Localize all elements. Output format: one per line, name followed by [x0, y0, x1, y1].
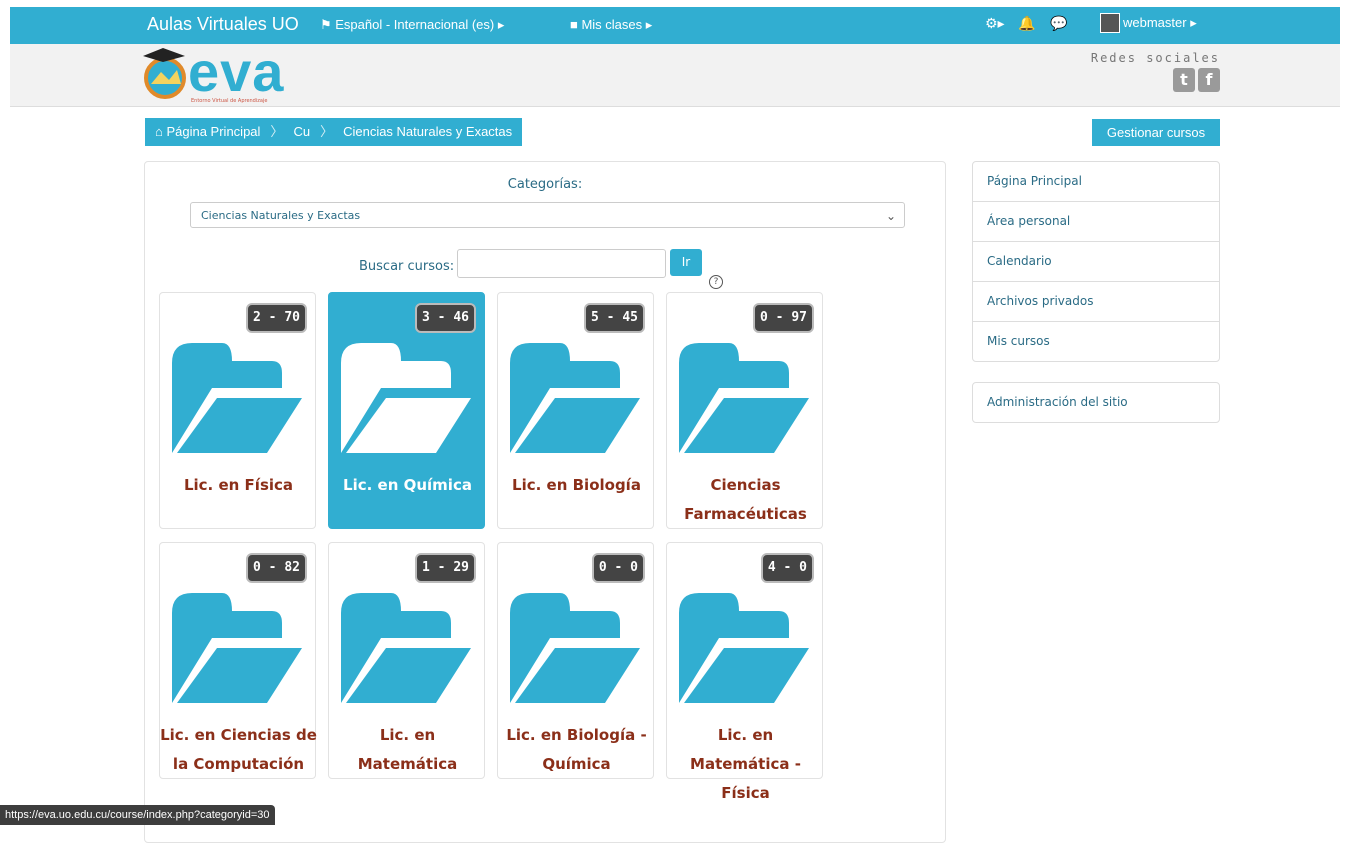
category-tile-biologia-quimica[interactable]: 0 - 0 Lic. en Biología - Química	[497, 542, 654, 779]
count-badge: 5 - 45	[584, 303, 645, 333]
category-name: Lic. en Matemática	[357, 726, 458, 773]
categories-label: Categorías:	[507, 177, 583, 192]
gear-icon[interactable]: ⚙▸	[985, 16, 1005, 32]
category-name: Lic. en Matemática - Física	[690, 726, 801, 802]
breadcrumb-separator: 〉	[320, 124, 334, 139]
language-menu[interactable]: ⚑ Español - Internacional (es) ▸	[320, 17, 504, 33]
site-name-link[interactable]: Aulas Virtuales UO	[147, 14, 299, 35]
social-label: Redes sociales	[1090, 51, 1220, 65]
folder-icon	[679, 343, 809, 453]
top-navbar: Aulas Virtuales UO ⚑ Español - Internaci…	[10, 7, 1340, 44]
folder-icon	[341, 343, 471, 453]
category-tile-quimica[interactable]: 3 - 46 Lic. en Química	[328, 292, 485, 529]
manage-courses-button[interactable]: Gestionar cursos	[1092, 119, 1220, 146]
twitter-icon[interactable]: t	[1173, 68, 1195, 92]
count-badge: 0 - 82	[246, 553, 307, 583]
home-icon: ⌂	[155, 124, 167, 139]
chat-icon[interactable]: 💬	[1050, 16, 1067, 32]
bell-icon[interactable]: 🔔	[1018, 16, 1035, 32]
sidebar: Página Principal Área personal Calendari…	[972, 161, 1220, 423]
sidebar-item-calendar[interactable]: Calendario	[973, 241, 1219, 281]
search-input[interactable]	[457, 249, 666, 278]
folder-icon	[510, 343, 640, 453]
category-name: Lic. en Química	[343, 476, 472, 494]
sidebar-item-dashboard[interactable]: Área personal	[973, 201, 1219, 241]
count-badge: 4 - 0	[760, 553, 814, 583]
category-select[interactable]: Ciencias Naturales y Exactas ⌄	[190, 202, 905, 228]
avatar	[1100, 13, 1120, 33]
count-badge: 2 - 70	[246, 303, 307, 333]
folder-icon	[172, 343, 302, 453]
folder-icon	[172, 593, 302, 703]
admin-block: Administración del sitio	[972, 382, 1220, 423]
breadcrumb: ⌂ Página Principal 〉 Cu 〉 Ciencias Natur…	[145, 118, 523, 146]
count-badge: 3 - 46	[415, 303, 476, 333]
logo-subtitle: Entorno Virtual de Aprendizaje	[191, 98, 268, 104]
page-header: eva Entorno Virtual de Aprendizaje Redes…	[10, 44, 1340, 107]
category-tile-farmaceuticas[interactable]: 0 - 97 Ciencias Farmacéuticas	[666, 292, 823, 529]
folder-icon	[679, 593, 809, 703]
sidebar-item-private-files[interactable]: Archivos privados	[973, 281, 1219, 321]
eva-logo[interactable]: eva Entorno Virtual de Aprendizaje	[143, 44, 323, 106]
globe-icon	[143, 48, 186, 99]
category-select-value: Ciencias Naturales y Exactas	[201, 209, 361, 222]
breadcrumb-separator: 〉	[270, 124, 284, 139]
logo-text: eva	[188, 40, 285, 103]
sidebar-item-site-admin[interactable]: Administración del sitio	[973, 383, 1219, 422]
my-classes-menu[interactable]: ■ Mis clases ▸	[570, 17, 652, 33]
social-links: Redes sociales tf	[1080, 51, 1220, 92]
navigation-block: Página Principal Área personal Calendari…	[972, 161, 1220, 362]
sidebar-item-home[interactable]: Página Principal	[973, 162, 1219, 201]
category-name: Lic. en Biología - Química	[506, 726, 647, 773]
status-bar-url: https://eva.uo.edu.cu/course/index.php?c…	[0, 805, 275, 825]
folder-icon	[341, 593, 471, 703]
count-badge: 0 - 97	[753, 303, 814, 333]
category-name: Lic. en Ciencias de la Computación	[160, 726, 317, 773]
count-badge: 0 - 0	[591, 553, 645, 583]
search-label: Buscar cursos:	[359, 259, 455, 274]
category-content: Categorías: Ciencias Naturales y Exactas…	[144, 161, 946, 843]
category-tile-computacion[interactable]: 0 - 82 Lic. en Ciencias de la Computació…	[159, 542, 317, 779]
user-name: webmaster ▸	[1123, 15, 1197, 30]
category-name: Lic. en Física	[183, 476, 294, 494]
category-tile-fisica[interactable]: 2 - 70 Lic. en Física	[159, 292, 316, 529]
folder-icon	[510, 593, 640, 703]
breadcrumb-home[interactable]: ⌂ Página Principal	[145, 118, 270, 146]
breadcrumb-cu[interactable]: Cu	[283, 118, 320, 146]
category-name: Ciencias Farmacéuticas	[684, 476, 807, 523]
facebook-icon[interactable]: f	[1198, 68, 1220, 92]
help-icon[interactable]: ?	[709, 275, 723, 289]
category-tile-biologia[interactable]: 5 - 45 Lic. en Biología	[497, 292, 654, 529]
category-tile-matematica[interactable]: 1 - 29 Lic. en Matemática	[328, 542, 485, 779]
category-tile-matematica-fisica[interactable]: 4 - 0 Lic. en Matemática - Física	[666, 542, 823, 802]
category-name: Lic. en Biología	[512, 476, 641, 494]
user-menu[interactable]: webmaster ▸	[1100, 13, 1197, 33]
search-go-button[interactable]: Ir	[670, 249, 702, 276]
chevron-down-icon: ⌄	[885, 209, 896, 223]
breadcrumb-category[interactable]: Ciencias Naturales y Exactas	[333, 118, 522, 146]
count-badge: 1 - 29	[415, 553, 476, 583]
sidebar-item-my-courses[interactable]: Mis cursos	[973, 321, 1219, 361]
